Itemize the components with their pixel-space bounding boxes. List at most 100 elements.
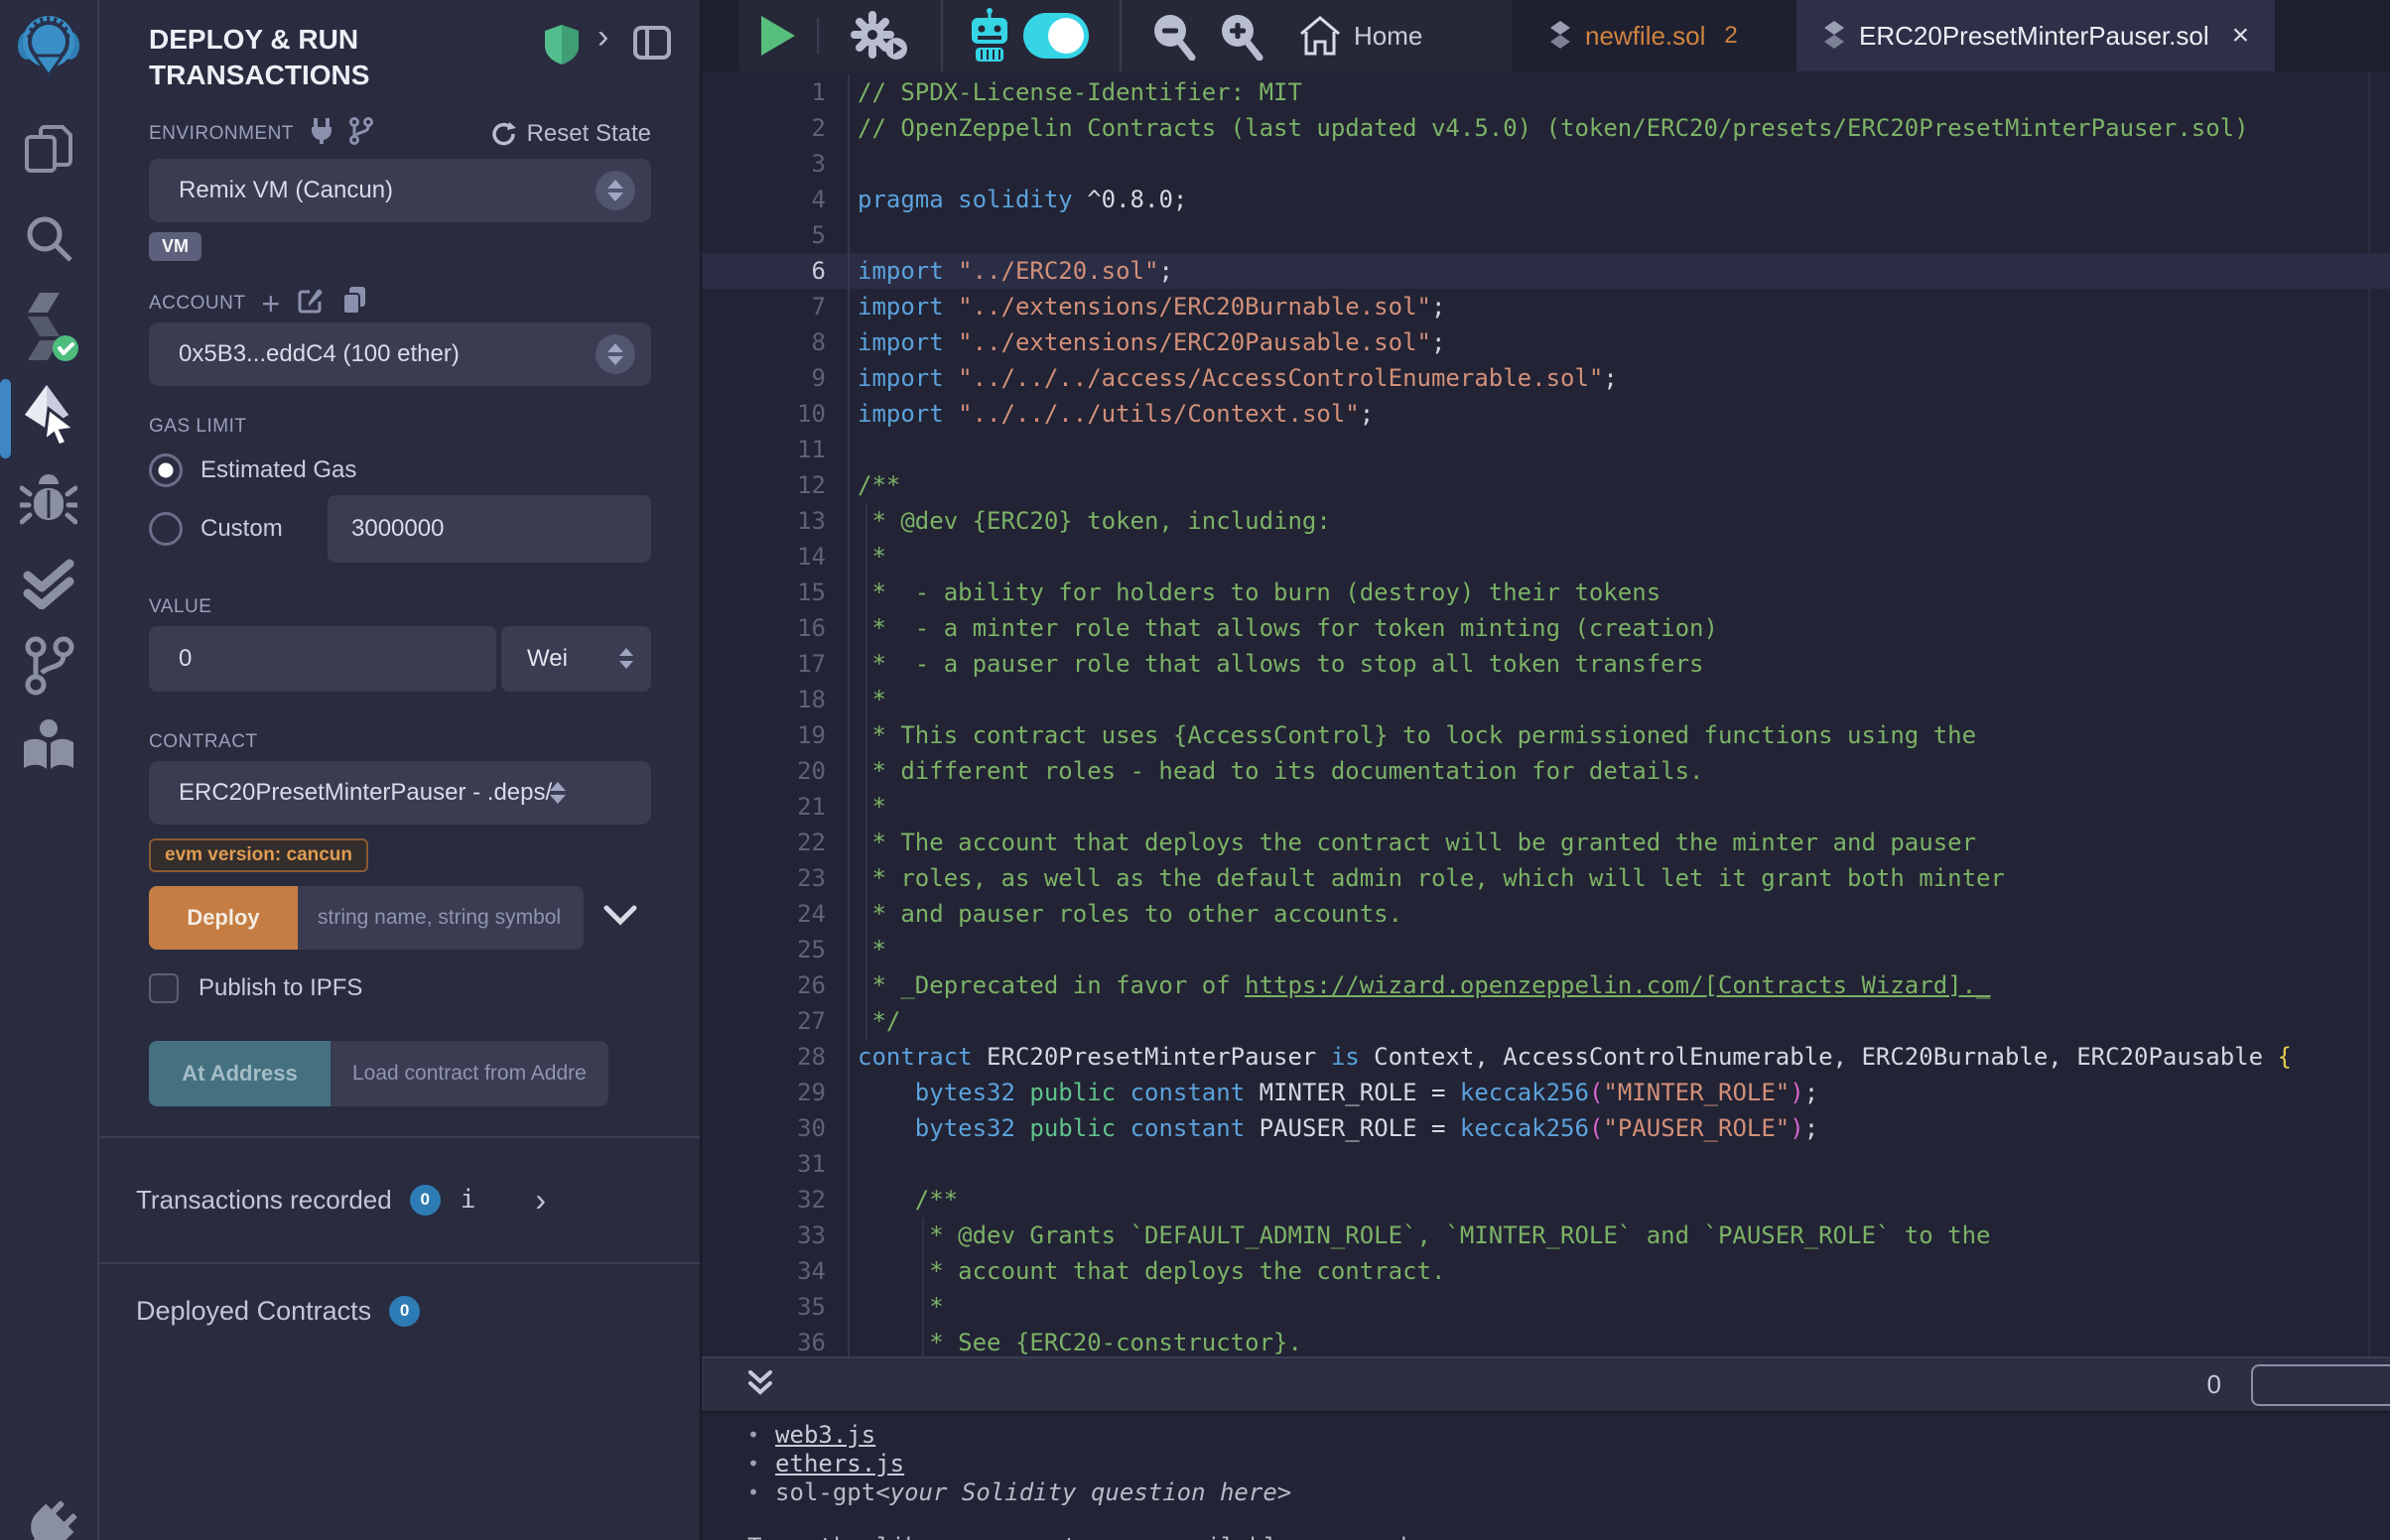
unit-testing-icon[interactable]: [20, 558, 77, 614]
plug-icon[interactable]: [310, 118, 333, 149]
debugger-icon[interactable]: [20, 470, 77, 533]
custom-gas-input[interactable]: [328, 495, 651, 563]
code-line[interactable]: 11: [702, 432, 2390, 467]
environment-select[interactable]: Remix VM (Cancun): [149, 159, 651, 222]
code-line[interactable]: 2// OpenZeppelin Contracts (last updated…: [702, 110, 2390, 146]
run-script-icon[interactable]: [757, 0, 797, 71]
code-line[interactable]: 31: [702, 1146, 2390, 1182]
add-account-icon[interactable]: +: [261, 294, 280, 314]
account-label: ACCOUNT: [149, 293, 245, 315]
publish-ipfs-label: Publish to IPFS: [199, 974, 362, 1002]
transactions-recorded-label: Transactions recorded: [136, 1185, 392, 1216]
constructor-args-input[interactable]: [298, 886, 584, 950]
edit-account-icon[interactable]: [298, 288, 324, 319]
code-line[interactable]: 1// SPDX-License-Identifier: MIT: [702, 74, 2390, 110]
copy-account-icon[interactable]: [341, 287, 367, 320]
code-line[interactable]: 21 *: [702, 789, 2390, 825]
code-line[interactable]: 10import "../../../utils/Context.sol";: [702, 396, 2390, 432]
code-line[interactable]: 18 *: [702, 682, 2390, 717]
at-address-button[interactable]: At Address: [149, 1041, 331, 1106]
git-icon[interactable]: [22, 635, 75, 702]
tab-newfile-sol[interactable]: newfile.sol 2: [1548, 0, 1738, 71]
code-line[interactable]: 26 * _Deprecated in favor of https://wiz…: [702, 967, 2390, 1003]
code-line[interactable]: 29 bytes32 public constant MINTER_ROLE =…: [702, 1075, 2390, 1110]
code-line[interactable]: 8import "../extensions/ERC20Pausable.sol…: [702, 324, 2390, 360]
code-line[interactable]: 32 /**: [702, 1182, 2390, 1218]
ai-copilot-toggle[interactable]: [1023, 0, 1089, 71]
value-unit-select[interactable]: Wei: [501, 626, 651, 692]
code-line[interactable]: 22 * The account that deploys the contra…: [702, 825, 2390, 860]
code-line[interactable]: 12/**: [702, 467, 2390, 503]
learneth-icon[interactable]: [20, 716, 77, 779]
code-line[interactable]: 36 * See {ERC20-constructor}.: [702, 1325, 2390, 1356]
deployed-count-badge: 0: [389, 1296, 420, 1327]
collapse-terminal-icon[interactable]: [745, 1366, 775, 1403]
account-select[interactable]: 0x5B3...eddC4 (100 ether): [149, 322, 651, 386]
code-line[interactable]: 17 * - a pauser role that allows to stop…: [702, 646, 2390, 682]
transactions-count-badge: 0: [410, 1185, 441, 1216]
solidity-compiler-icon[interactable]: [18, 291, 79, 369]
shield-icon: [544, 24, 580, 70]
code-line[interactable]: 25 *: [702, 932, 2390, 967]
code-line[interactable]: 14 *: [702, 539, 2390, 575]
code-line[interactable]: 4pragma solidity ^0.8.0;: [702, 182, 2390, 217]
contract-label: CONTRACT: [149, 731, 651, 753]
at-address-input[interactable]: [331, 1041, 608, 1106]
code-line[interactable]: 15 * - ability for holders to burn (dest…: [702, 575, 2390, 610]
code-line[interactable]: 30 bytes32 public constant PAUSER_ROLE =…: [702, 1110, 2390, 1146]
file-explorer-icon[interactable]: [21, 123, 76, 184]
collapse-panel-icon[interactable]: ›: [598, 18, 608, 57]
solidity-file-icon: [1548, 21, 1572, 51]
code-line[interactable]: 28contract ERC20PresetMinterPauser is Co…: [702, 1039, 2390, 1075]
zoom-in-icon[interactable]: [1218, 0, 1265, 71]
terminal-search-input[interactable]: [2251, 1364, 2390, 1406]
code-line[interactable]: 33 * @dev Grants `DEFAULT_ADMIN_ROLE`, `…: [702, 1218, 2390, 1253]
terminal-list-item[interactable]: •web3.js: [747, 1421, 2390, 1450]
code-line[interactable]: 35 *: [702, 1289, 2390, 1325]
code-editor[interactable]: 1// SPDX-License-Identifier: MIT2// Open…: [702, 71, 2390, 1356]
value-input[interactable]: [149, 626, 496, 692]
code-line[interactable]: 24 * and pauser roles to other accounts.: [702, 896, 2390, 932]
estimated-gas-radio[interactable]: [149, 453, 183, 487]
zoom-out-icon[interactable]: [1150, 0, 1198, 71]
code-line[interactable]: 34 * account that deploys the contract.: [702, 1253, 2390, 1289]
publish-ipfs-checkbox[interactable]: [149, 973, 179, 1003]
tab-home[interactable]: Home: [1299, 0, 1422, 71]
tab-erc20presetminterpauser-sol[interactable]: ERC20PresetMinterPauser.sol ×: [1796, 0, 2275, 71]
terminal-list-item[interactable]: •ethers.js: [747, 1450, 2390, 1478]
expand-transactions-icon[interactable]: ›: [535, 1182, 546, 1219]
remix-logo-icon[interactable]: [17, 12, 80, 86]
plugin-manager-icon[interactable]: [20, 1500, 77, 1540]
code-line[interactable]: 20 * different roles - head to its docum…: [702, 753, 2390, 789]
script-config-icon[interactable]: [849, 0, 910, 71]
ai-copilot-robot-icon: [964, 0, 1015, 71]
reset-state-button[interactable]: Reset State: [491, 120, 651, 148]
code-line[interactable]: 27 */: [702, 1003, 2390, 1039]
code-line[interactable]: 5: [702, 217, 2390, 253]
info-icon[interactable]: i: [461, 1185, 476, 1215]
expand-constructor-icon[interactable]: [603, 904, 637, 931]
code-line[interactable]: 6import "../ERC20.sol";: [702, 253, 2390, 289]
code-line[interactable]: 16 * - a minter role that allows for tok…: [702, 610, 2390, 646]
pin-panel-icon[interactable]: [633, 26, 671, 64]
code-line[interactable]: 23 * roles, as well as the default admin…: [702, 860, 2390, 896]
tab-error-count: 2: [1724, 22, 1737, 50]
deploy-button[interactable]: Deploy: [149, 886, 298, 950]
deploy-and-run-icon[interactable]: [19, 383, 78, 451]
activity-bar: [0, 0, 99, 1540]
fork-environment-icon[interactable]: [349, 117, 373, 150]
editor-scrollbar[interactable]: [2368, 71, 2370, 1356]
code-line[interactable]: 19 * This contract uses {AccessControl} …: [702, 717, 2390, 753]
custom-gas-radio[interactable]: [149, 512, 183, 546]
contract-select[interactable]: ERC20PresetMinterPauser - .deps/: [149, 761, 651, 825]
code-line[interactable]: 7import "../extensions/ERC20Burnable.sol…: [702, 289, 2390, 324]
search-icon[interactable]: [21, 210, 76, 271]
code-line[interactable]: 9import "../../../access/AccessControlEn…: [702, 360, 2390, 396]
editor-top-bar: Home newfile.sol 2 ERC20PresetMinterPaus…: [702, 0, 2390, 71]
estimated-gas-option[interactable]: Estimated Gas: [149, 453, 651, 487]
value-label: VALUE: [149, 596, 651, 618]
code-line[interactable]: 13 * @dev {ERC20} token, including:: [702, 503, 2390, 539]
terminal-list-item: •sol-gpt <your Solidity question here>: [747, 1478, 2390, 1507]
code-line[interactable]: 3: [702, 146, 2390, 182]
close-tab-icon[interactable]: ×: [2232, 19, 2250, 53]
